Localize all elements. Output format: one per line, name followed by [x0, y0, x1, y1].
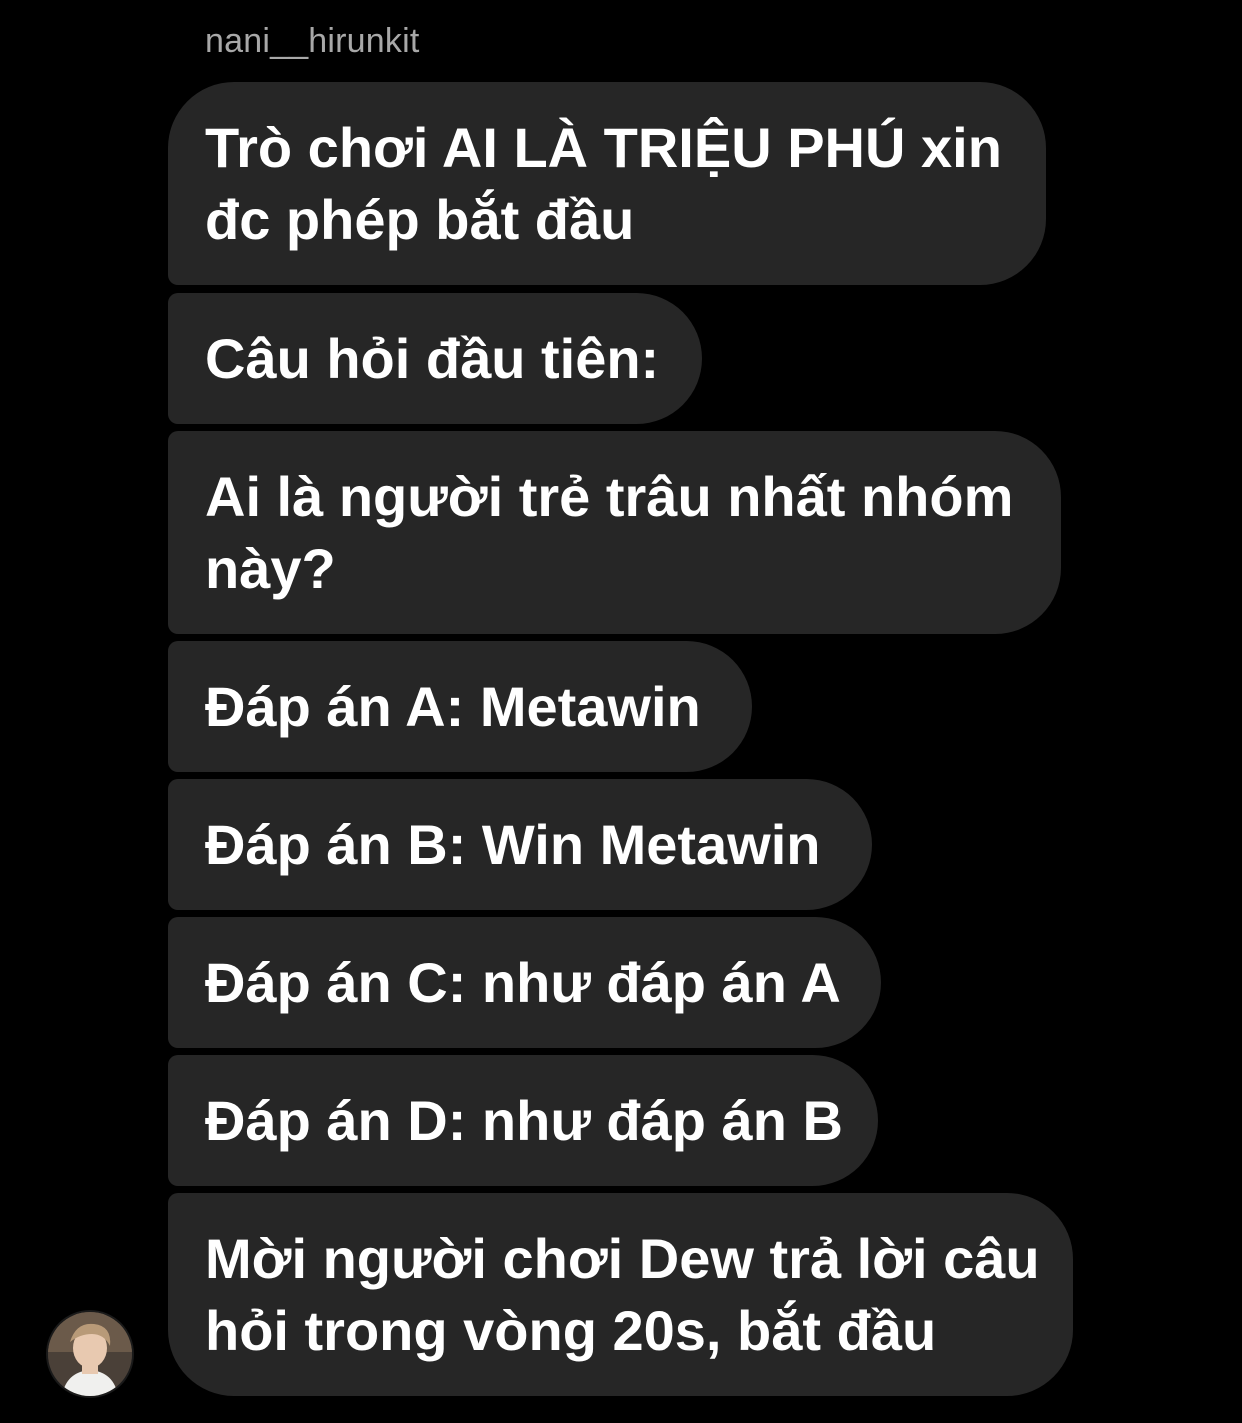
- message-text-line: Ai là người trẻ trâu nhất nhóm: [205, 464, 1014, 528]
- avatar-photo-icon: [48, 1312, 132, 1396]
- message-text-line: Trò chơi AI LÀ TRIỆU PHÚ xin: [205, 115, 1002, 179]
- message-bubble[interactable]: Ai là người trẻ trâu nhất nhóm này?: [168, 431, 1061, 634]
- sender-name[interactable]: nani__hirunkit: [205, 22, 420, 61]
- message-bubble[interactable]: Đáp án B: Win Metawin: [168, 779, 872, 910]
- message-bubble[interactable]: Mời người chơi Dew trả lời câu hỏi trong…: [168, 1193, 1073, 1396]
- message-text-line: Đáp án A: Metawin: [205, 674, 701, 738]
- message-text-line: này?: [205, 536, 336, 600]
- message-bubble[interactable]: Đáp án C: như đáp án A: [168, 917, 881, 1048]
- message-text-line: hỏi trong vòng 20s, bắt đầu: [205, 1298, 937, 1362]
- message-text-line: Câu hỏi đầu tiên:: [205, 326, 660, 390]
- message-bubble[interactable]: Câu hỏi đầu tiên:: [168, 293, 702, 424]
- message-text-line: Đáp án C: như đáp án A: [205, 950, 841, 1014]
- message-text-line: Mời người chơi Dew trả lời câu: [205, 1226, 1040, 1290]
- message-bubble[interactable]: Đáp án A: Metawin: [168, 641, 752, 772]
- message-bubble[interactable]: Đáp án D: như đáp án B: [168, 1055, 878, 1186]
- message-text-line: đc phép bắt đầu: [205, 187, 635, 251]
- avatar[interactable]: [48, 1312, 132, 1396]
- message-text-line: Đáp án B: Win Metawin: [205, 812, 821, 876]
- message-text-line: Đáp án D: như đáp án B: [205, 1088, 843, 1152]
- message-bubble[interactable]: Trò chơi AI LÀ TRIỆU PHÚ xin đc phép bắt…: [168, 82, 1046, 285]
